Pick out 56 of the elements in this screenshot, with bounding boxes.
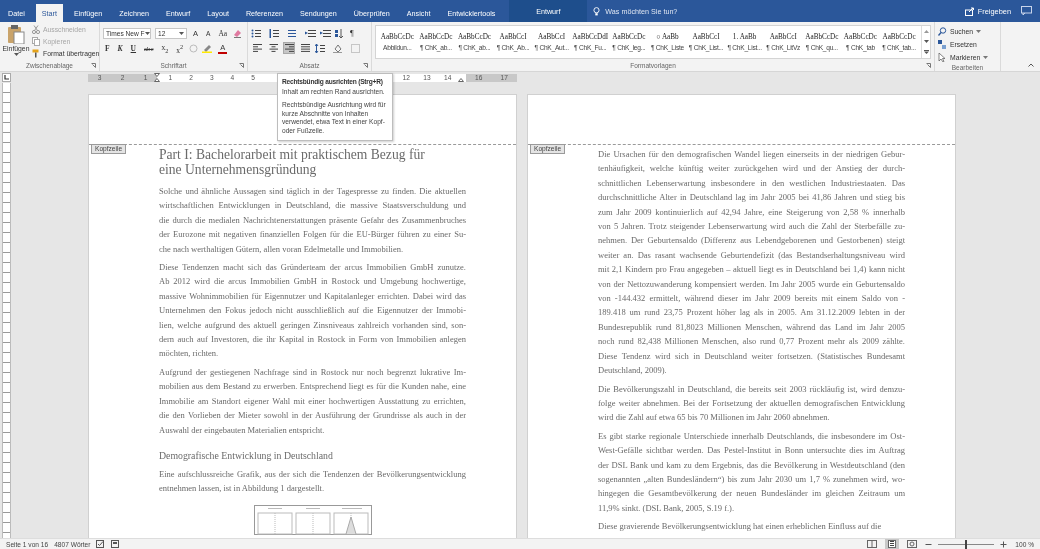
paragraph: Aufgrund der gestiegenen Nachfrage sind in Rostock nur noch begrenzt lukrative Im- mobilien aus dem Bestand zu erwerben. Entsprechend liegt es für die Kunden nahe, eine Immobilie am Standort eigener Wahl mit einer hochwertigen Ausstattung zu errichten, die den Vorlieben der Mieter sowohl in der Ausführung der Grundrisse als auch in der Auswahl der eingebauten Materialien entspricht. — [159, 365, 466, 437]
comment-icon[interactable] — [1021, 6, 1032, 15]
caret-icon — [144, 31, 150, 35]
magnifier-icon — [938, 27, 947, 36]
paintbrush-icon — [32, 49, 40, 58]
sort-icon[interactable] — [335, 28, 344, 38]
align-left-button[interactable] — [251, 42, 263, 54]
caret-icon — [13, 53, 19, 56]
alignment-lines-icon — [268, 44, 278, 52]
macro-record-icon[interactable] — [111, 540, 121, 548]
align-center-button[interactable] — [267, 42, 279, 54]
show-formatting-button[interactable]: ¶ — [348, 27, 356, 39]
caret-icon — [976, 30, 982, 33]
replace-icon — [938, 40, 947, 49]
copy-icon — [32, 37, 40, 46]
paragraph: Es gibt starke regionale Unterschiede innerhalb Deutschlands, die insbesondere im Ost- West-Gefälle sichtbar werden. Das Pestel-Institut in Bonn untersuchte dies im Auftrag der DSL Bank und kam zu dem Ergebnis, das die Bevölkerung in Westdeutschland (den sogenannten „alten Bundesländern“) bis zum Jahr 2030 um 1,7 % zunehmen wird, wo- hingegen die Gesamtbevölkerung der neuen Bundesländer im gleichen Zeitraum um 11,9% sinkt. (DSL Bank, 2005, S.19 f.). — [598, 429, 905, 515]
indent-marker-icon[interactable] — [154, 73, 160, 82]
increase-indent-icon[interactable] — [320, 28, 331, 38]
scroll-down-icon — [923, 40, 929, 43]
collapse-ribbon-icon[interactable] — [1028, 63, 1034, 67]
read-mode-icon[interactable] — [867, 540, 878, 548]
paragraph: Solche und ähnliche Aussagen sind täglich in der Tagespresse zu finden. Die aktuellen wirtschaftlichen Entwicklungen in Deutschland, die massive Staatsverschuldung und die durch die medialen Nachrichtenerstattungen präsente Gefahr des Zusammenbruches der Eurozone mit negativen finanziellen Folgen für die EU-Bürger führen zu einer Su- che nach werthaltigen Gütern, allen voran Edelmetalle und Immobilien. — [159, 185, 466, 256]
subheading: Demografische Entwicklung in Deutschland — [159, 449, 334, 461]
tab-stop-icon — [4, 75, 9, 80]
web-layout-icon[interactable] — [907, 540, 918, 548]
tab-selector[interactable] — [2, 73, 11, 82]
scissors-icon — [32, 25, 40, 34]
paragraph: Eine aufschlussreiche Grafik, aus der sich die Tendenzen der Bevölkerungsentwicklung entnehmen lassen, ist in Abbildung 1 dargestellt. — [159, 467, 466, 496]
dialog-launcher-icon[interactable] — [363, 63, 368, 68]
alignment-lines-icon — [300, 44, 310, 52]
paragraph: Diese Tendenzen macht sich das Gründerteam der arcus Immobilien GmbH zunutze. Ab 2012 wird die arcus Immobilien GmbH in Rostock und Umgebung hochwertige, massive Wohnimmobilien für Eigennutzer und Kapitalanleger errichten. Dabei wird das Unternehmen den Fokus jedoch nicht ausschließlich auf die Eigennutzer der Immobi- lien, welche aufgrund des aktuell geringen Zinsniveaus zahlreich vorhanden sind, son- dern auch auf Investoren, die ihr Kapital in Rostock in Form von Immobilien anlegen möchten, richten. — [159, 261, 466, 361]
share-icon — [964, 6, 975, 16]
caret-icon — [179, 31, 184, 35]
lightbulb-icon — [593, 6, 601, 16]
dialog-launcher-icon[interactable] — [91, 63, 96, 68]
highlighter-icon[interactable] — [202, 43, 215, 53]
align-right-button[interactable] — [283, 42, 295, 54]
alignment-lines-icon — [252, 44, 262, 52]
more-icon — [923, 50, 929, 55]
zoom-in-icon[interactable] — [1000, 540, 1008, 548]
print-layout-button[interactable] — [885, 539, 900, 549]
dialog-launcher-icon[interactable] — [926, 63, 931, 68]
paragraph: Die Bevölkerungszahl in Deutschland, die bereits seit 2003 rückläufig ist, wird demzu- folge weiter abnehmen. Bei der Fortsetzung der aktuellen demografischen Entwicklung wird die Zahl auf etwa 65 bis 70 Millionen im Jahr 2060 abnehmen. — [598, 382, 905, 425]
dialog-launcher-icon[interactable] — [239, 63, 244, 68]
cursor-icon — [938, 53, 947, 62]
decrease-indent-icon[interactable] — [305, 28, 316, 38]
zoom-thumb[interactable] — [965, 539, 968, 549]
eraser-icon[interactable] — [233, 28, 243, 38]
gallery-scrollbar[interactable] — [921, 26, 930, 58]
caret-icon — [983, 56, 989, 59]
alignment-lines-icon — [284, 44, 294, 52]
heading: Part I: Bachelorarbeit mit praktischem Bezug für eine Unternehmensgründung — [159, 147, 426, 177]
paragraph: Diese gravierende Bevölkerungsentwicklung hat einen erheblichen Einfluss auf die — [598, 520, 883, 534]
justify-button[interactable] — [299, 42, 311, 54]
scroll-up-icon — [923, 29, 929, 33]
paragraph: Die Ursachen für den demografischen Wandel liegen einerseits in der niedrigen Gebur- tenhäufigkeit, welche künftig weiter zurückgehen wird und der Anstieg der durch- schnittlichen Lebenserwartung insbesondere in den westlichen Industriestaaten. Das durchschnittliche Alter in Deutschland lag im Jahr 2005 bei 41,86 Jahren und stieg bis zum Jahr 2009 kontinuierlich auf 42,94 Jahre, eine Steigerung von 2,58 % innerhalb von 5 Jahren. Trotz steigender Lebenserwartung wird auch die Zahl der Sterbefälle zu- nehmen. Der Geburtensaldo (Differenz aus Lebendgeborenen und Gestorbenen) steigt weiter an. Das rasant wachsende Geburtendefizit (das Bestandserhaltungsniveau wird mit 2,1 Kindern pro Frau angegeben – aktuell liegt es in Deutschland bei 1,4) kann nicht von der Nettozuwanderung kompensiert werden. Im Jahr 2005 wurde ein Geburtensaldo von -144.432 ermittelt, während dieser im Jahr 2009 bereits mit einem Saldo von - 189.418 um rund 23,75 Prozent höher lag als in 2005. Am 31.12.2009 lebten in der Bundesrepublik rund 81,8023 Millionen Menschen, während das Land im Jahr 2005 noch rund 82,438 Millionen Menschen, also rund 0,77 Prozent mehr als 2009 zählte. Diese Tendenz wird sich in Deutschland weiter fortsetzen. (Statistisches Bundesamt Deutschland, 2009). — [598, 148, 905, 378]
